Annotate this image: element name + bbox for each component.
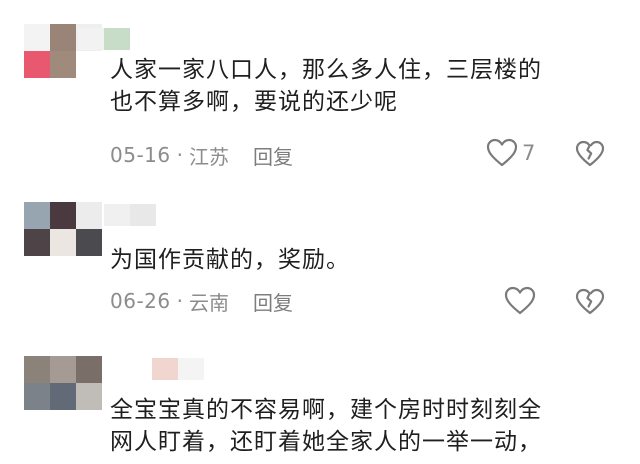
username-mosaic-block [78, 28, 104, 50]
like-count: 7 [522, 141, 536, 165]
meta-separator: · [176, 289, 183, 313]
heart-outline-icon [486, 138, 518, 168]
avatar-mosaic-block [24, 24, 50, 51]
comment-location: 江苏 [188, 144, 229, 169]
avatar-mosaic-block [76, 229, 102, 256]
avatar-mosaic-block [50, 202, 76, 229]
comment-text: 为国作贡献的，奖励。 [110, 244, 610, 276]
avatar[interactable] [24, 356, 102, 410]
avatar-mosaic-block [50, 383, 76, 410]
avatar-mosaic-block [24, 383, 50, 410]
username-blurred[interactable] [78, 28, 148, 50]
username-mosaic-block [152, 358, 178, 380]
dislike-button[interactable] [575, 140, 605, 168]
avatar-mosaic-block [24, 51, 50, 78]
comment-meta: 06-26 · 云南 回复 [110, 286, 293, 316]
avatar-mosaic-block [24, 356, 50, 383]
meta-separator: · [176, 143, 183, 167]
reply-button[interactable]: 回复 [253, 287, 293, 316]
username-mosaic-block [130, 204, 156, 226]
username-mosaic-block [178, 358, 204, 380]
username-mosaic-block [104, 28, 130, 50]
comment-text-line: 人家一家八口人，那么多人住，三层楼的 [110, 57, 542, 83]
avatar-mosaic-block [76, 202, 102, 229]
reply-button[interactable]: 回复 [253, 141, 293, 170]
avatar[interactable] [24, 202, 102, 256]
comment-date: 06-26 [110, 289, 171, 313]
avatar-mosaic-block [76, 383, 102, 410]
broken-heart-icon [575, 288, 605, 316]
comment-date: 05-16 [110, 143, 171, 167]
avatar-mosaic-block [24, 229, 50, 256]
avatar-mosaic-block [50, 51, 76, 78]
comment-text-line: 为国作贡献的，奖励。 [110, 247, 350, 273]
comment-text-line: 网人盯着，还盯着她全家人的一举一动， [110, 429, 542, 455]
comment-location: 云南 [188, 290, 229, 315]
comment-text-line: 也不算多啊，要说的还少呢 [110, 89, 398, 115]
broken-heart-icon [575, 140, 605, 168]
like-button[interactable] [504, 286, 536, 316]
comment-text: 全宝宝真的不容易啊，建个房时时刻刻全 网人盯着，还盯着她全家人的一举一动， [110, 394, 610, 458]
avatar-mosaic-block [50, 229, 76, 256]
username-blurred[interactable] [152, 358, 222, 380]
avatar-mosaic-block [24, 202, 50, 229]
comment-text-line: 全宝宝真的不容易啊，建个房时时刻刻全 [110, 397, 542, 423]
comment-text: 人家一家八口人，那么多人住，三层楼的 也不算多啊，要说的还少呢 [110, 54, 610, 118]
like-button[interactable]: 7 [486, 138, 535, 168]
dislike-button[interactable] [575, 288, 605, 316]
avatar-mosaic-block [76, 356, 102, 383]
avatar-mosaic-block [76, 51, 102, 78]
avatar-mosaic-block [50, 356, 76, 383]
username-blurred[interactable] [104, 204, 174, 226]
comment-meta: 05-16 · 江苏 回复 [110, 140, 293, 170]
avatar-mosaic-block [50, 24, 76, 51]
username-mosaic-block [104, 204, 130, 226]
heart-outline-icon [504, 286, 536, 316]
